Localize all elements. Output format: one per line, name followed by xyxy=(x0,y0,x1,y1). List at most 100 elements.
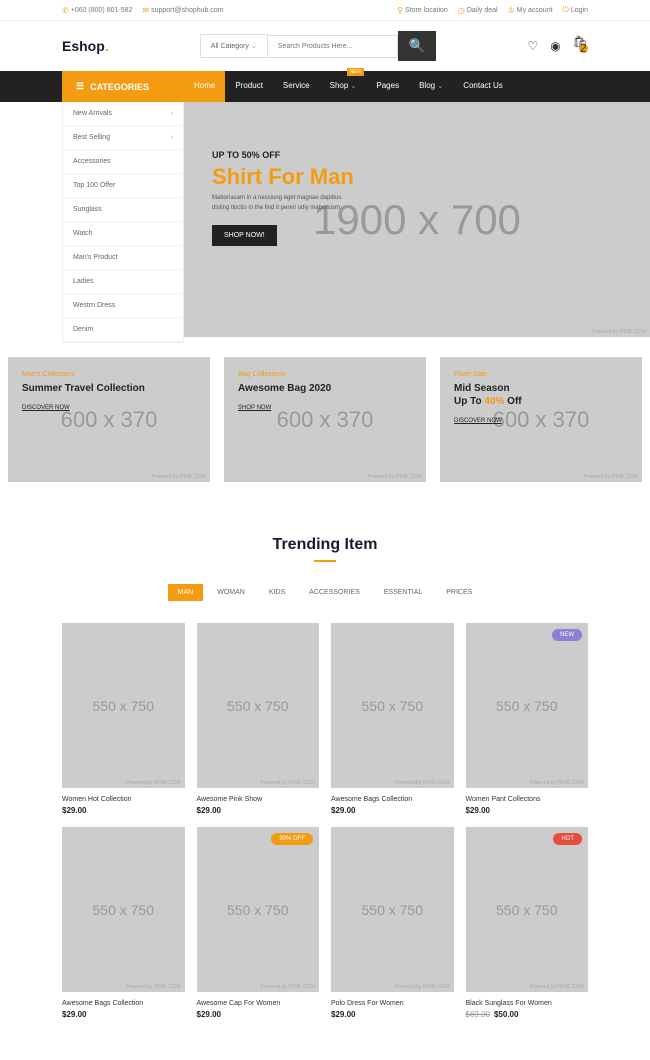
nav-shop[interactable]: Shop ⌄NEW xyxy=(320,71,367,102)
promo-banner[interactable]: 600 x 370Flash SaleMid SeasonUp To 40% O… xyxy=(440,357,642,482)
banner-link[interactable]: DISCOVER NOW xyxy=(22,405,70,411)
tab-prices[interactable]: PRICES xyxy=(436,584,482,601)
sidebar-item[interactable]: Best Selling› xyxy=(63,126,183,150)
placeholder-text: 550 x 750 xyxy=(93,902,155,918)
sidebar-item[interactable]: Man's Product xyxy=(63,246,183,270)
nav-home[interactable]: Home xyxy=(184,71,225,102)
title-divider xyxy=(314,560,336,562)
sidebar-item[interactable]: Ladies xyxy=(63,270,183,294)
hero-banner: 1900 x 700 UP TO 50% OFF Shirt For Man M… xyxy=(184,102,650,337)
product-badge: HOT xyxy=(553,833,582,845)
sidebar-item[interactable]: Denim xyxy=(63,318,183,342)
phone-icon: ✆ xyxy=(62,6,69,15)
placeholder-text: 550 x 750 xyxy=(362,698,424,714)
product-card[interactable]: 550 x 750Powered by HTML.COMWomen Hot Co… xyxy=(62,623,185,815)
wishlist-icon[interactable]: ♡ xyxy=(528,39,539,53)
nav-product[interactable]: Product xyxy=(225,71,273,102)
product-card[interactable]: 550 x 75030% OFFPowered by HTML.COMAweso… xyxy=(197,827,320,1019)
sidebar-item[interactable]: Watch xyxy=(63,222,183,246)
category-select[interactable]: All Category ⌄ xyxy=(200,34,268,58)
product-badge: 30% OFF xyxy=(271,833,313,845)
category-sidebar: New Arrivals›Best Selling›AccessoriesTop… xyxy=(62,102,184,343)
product-name: Awesome Bags Collection xyxy=(62,1000,185,1007)
chevron-down-icon: ⌄ xyxy=(437,83,443,90)
watermark: Powered by HTML.COM xyxy=(368,474,422,480)
nav-service[interactable]: Service xyxy=(273,71,320,102)
product-card[interactable]: 550 x 750Powered by HTML.COMAwesome Bags… xyxy=(331,623,454,815)
placeholder-text: 600 x 370 xyxy=(61,407,158,433)
section-title: Trending Item xyxy=(0,536,650,554)
watermark: Powered by HTML.COM xyxy=(592,329,646,335)
placeholder-text: 550 x 750 xyxy=(362,902,424,918)
nav-contact us[interactable]: Contact Us xyxy=(453,71,513,102)
sidebar-item[interactable]: Accessories xyxy=(63,150,183,174)
deal-link[interactable]: ◷Daily deal xyxy=(458,5,498,15)
product-card[interactable]: 550 x 750 Powered by HTML.COM Awesome Pink… xyxy=(197,623,320,815)
sidebar-item[interactable]: New Arrivals› xyxy=(63,102,183,126)
store-link[interactable]: ⚲Store location xyxy=(397,5,448,15)
search-input[interactable] xyxy=(268,35,398,58)
sidebar-item[interactable]: Westrn Dress xyxy=(63,294,183,318)
promo-banner[interactable]: 600 x 370Man's CollectonsSummer Travel C… xyxy=(8,357,210,482)
product-price: $29.00 xyxy=(466,806,589,815)
tab-essential[interactable]: ESSENTIAL xyxy=(374,584,433,601)
account-link[interactable]: ♔My account xyxy=(508,5,553,15)
tab-accessories[interactable]: ACCESSORIES xyxy=(299,584,370,601)
tab-woman[interactable]: WOMAN xyxy=(207,584,255,601)
hero-title: Shirt For Man xyxy=(212,164,354,190)
chevron-down-icon: ⌄ xyxy=(351,83,357,90)
email-link[interactable]: ✉support@shophub.com xyxy=(142,5,223,15)
banner-title: Mid SeasonUp To 40% Off xyxy=(454,382,628,408)
new-tag: NEW xyxy=(347,68,365,76)
chevron-right-icon: › xyxy=(171,134,173,141)
user-circle-icon[interactable]: ◉ xyxy=(550,39,560,53)
product-image: 550 x 750 Powered by HTML.COM xyxy=(331,827,454,992)
power-icon: ⏻ xyxy=(563,5,569,15)
placeholder-text: 550 x 750 xyxy=(496,698,558,714)
phone-link[interactable]: ✆+060 (800) 801-582 xyxy=(62,5,132,15)
hero-offer: UP TO 50% OFF xyxy=(212,150,354,160)
shop-now-button[interactable]: SHOP NOW! xyxy=(212,225,277,246)
logo[interactable]: Eshop. xyxy=(62,38,109,54)
tab-man[interactable]: MAN xyxy=(168,584,204,601)
product-price: $29.00 xyxy=(62,806,185,815)
categories-button[interactable]: ☰CATEGORIES xyxy=(62,71,184,102)
promo-banner[interactable]: 600 x 370Bag CollectonsAwesome Bag 2020S… xyxy=(224,357,426,482)
menu-icon: ☰ xyxy=(76,81,84,92)
sidebar-item[interactable]: Top 100 Offer xyxy=(63,174,183,198)
product-image: 550 x 750NEWPowered by HTML.COM xyxy=(466,623,589,788)
product-price: $29.00 xyxy=(197,806,320,815)
product-card[interactable]: 550 x 750Powered by HTML.COMAwesome Bags… xyxy=(62,827,185,1019)
tab-kids[interactable]: KIDS xyxy=(259,584,295,601)
placeholder-text: 550 x 750 xyxy=(227,698,289,714)
sidebar-item[interactable]: Sunglass xyxy=(63,198,183,222)
product-name: Awesome Cap For Women xyxy=(197,1000,320,1007)
product-price: $29.00 xyxy=(197,1010,320,1019)
banner-link[interactable]: SHOP NOW xyxy=(238,405,271,411)
mail-icon: ✉ xyxy=(142,6,149,15)
watermark: Powered by HTML.COM xyxy=(261,780,315,786)
login-link[interactable]: ⏻Login xyxy=(563,5,588,15)
product-badge: NEW xyxy=(552,629,582,641)
product-price: $29.00 xyxy=(331,806,454,815)
watermark: Powered by HTML.COM xyxy=(395,984,449,990)
product-name: Polo Dress For Women xyxy=(331,1000,454,1007)
product-name: Women Hot Collection xyxy=(62,796,185,803)
banner-title: Awesome Bag 2020 xyxy=(238,382,412,395)
pin-icon: ⚲ xyxy=(397,6,403,15)
promo-banners: 600 x 370Man's CollectonsSummer Travel C… xyxy=(0,343,650,496)
banner-title: Summer Travel Collection xyxy=(22,382,196,395)
header: Eshop. All Category ⌄ 🔍 ♡ ◉ 🛍2 xyxy=(0,21,650,71)
product-tabs: MANWOMANKIDSACCESSORIESESSENTIALPRICES xyxy=(0,584,650,601)
search-icon: 🔍 xyxy=(409,38,426,53)
cart-badge: 2 xyxy=(579,44,588,53)
product-card[interactable]: 550 x 750NEWPowered by HTML.COMWomen Pan… xyxy=(466,623,589,815)
search-button[interactable]: 🔍 xyxy=(398,31,437,61)
product-name: Awesome Pink Show xyxy=(197,796,320,803)
product-card[interactable]: 550 x 750 Powered by HTML.COM Polo Dress F… xyxy=(331,827,454,1019)
banner-link[interactable]: DISCOVER NOW xyxy=(454,418,502,424)
nav-blog[interactable]: Blog ⌄ xyxy=(409,71,453,102)
cart-icon[interactable]: 🛍2 xyxy=(573,35,588,58)
nav-pages[interactable]: Pages xyxy=(366,71,409,102)
product-card[interactable]: 550 x 750HOTPowered by HTML.COMBlack Sun… xyxy=(466,827,589,1019)
